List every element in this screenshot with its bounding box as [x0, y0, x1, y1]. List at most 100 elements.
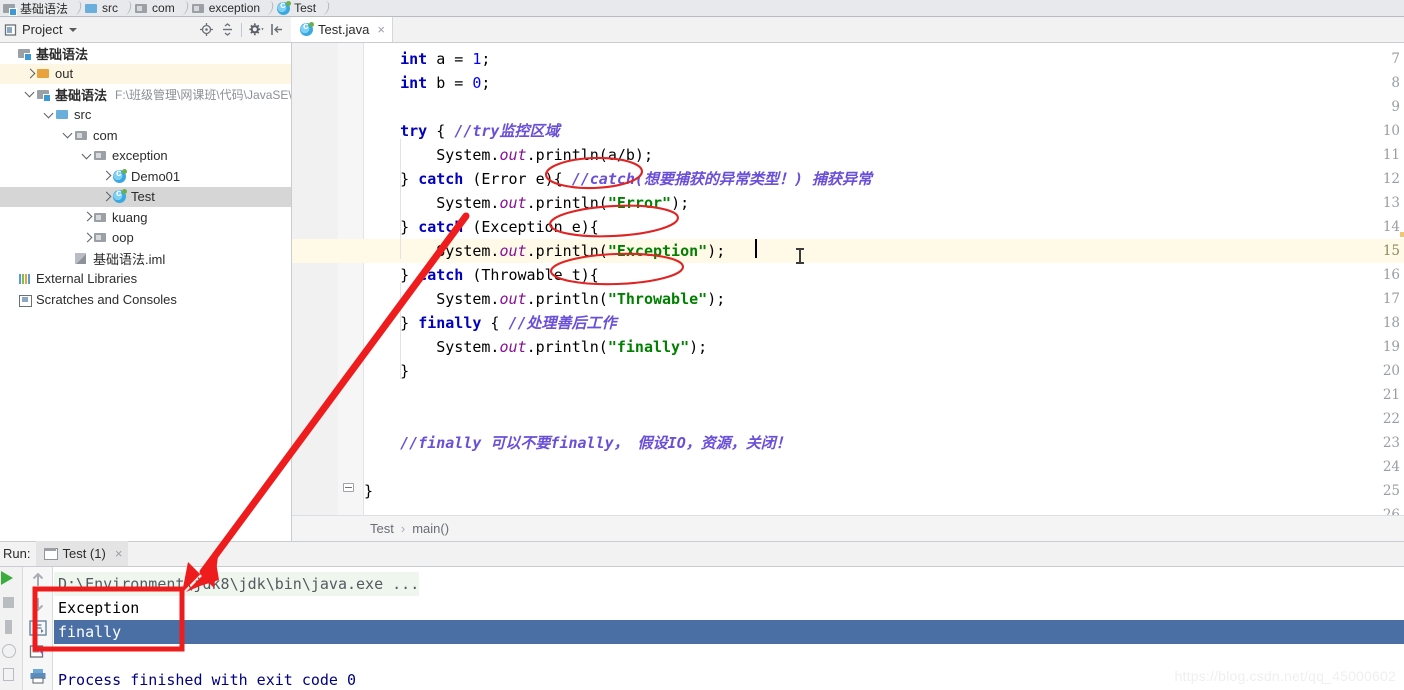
watermark-text: https://blog.csdn.net/qq_45000602	[1174, 668, 1396, 684]
breadcrumb-label: Test	[294, 1, 317, 15]
chevron-down-icon[interactable]	[23, 87, 37, 101]
breadcrumb-separator-icon	[122, 0, 132, 16]
dim-icon[interactable]	[2, 644, 16, 658]
code-token-plain: }	[364, 218, 419, 236]
code-token-plain: (Error e){	[463, 170, 572, 188]
code-token-cmt: //catch(想要捕获的异常类型！) 捕获异常	[571, 170, 873, 188]
code-line-17[interactable]: System.out.println("Throwable");	[364, 287, 725, 311]
scroll-down-icon[interactable]	[29, 595, 47, 613]
fold-marker-icon[interactable]	[343, 483, 354, 492]
close-icon[interactable]: ×	[377, 22, 385, 37]
breadcrumb-separator-icon	[72, 0, 82, 16]
code-line-11[interactable]: System.out.println(a/b);	[364, 143, 653, 167]
code-token-plain: ;	[481, 50, 491, 68]
folder-icon	[37, 67, 50, 80]
java-class-icon	[113, 188, 127, 204]
pause-icon[interactable]	[5, 620, 12, 634]
chevron-right-icon[interactable]	[99, 190, 113, 204]
stop-icon[interactable]	[3, 597, 14, 608]
locate-icon[interactable]	[199, 22, 214, 37]
tree-item-Test[interactable]: Test	[0, 186, 291, 207]
scroll-up-icon[interactable]	[29, 571, 47, 589]
rerun-icon[interactable]	[1, 571, 13, 585]
code-token-plain: }	[364, 170, 419, 188]
code-line-15[interactable]: System.out.println("Exception");	[364, 239, 725, 263]
code-line-19[interactable]: System.out.println("finally");	[364, 335, 707, 359]
tab-test-java[interactable]: Test.java ×	[291, 17, 393, 42]
tree-item-基础语法.iml[interactable]: 基础语法.iml	[0, 248, 291, 269]
breadcrumb-item-基础语法[interactable]: 基础语法	[0, 0, 72, 16]
console-toolbar[interactable]	[23, 567, 53, 690]
run-tab-test[interactable]: Test (1) ×	[36, 541, 129, 566]
close-icon[interactable]: ×	[115, 546, 123, 561]
fold-gutter[interactable]	[338, 43, 364, 515]
code-line-20[interactable]: }	[364, 359, 409, 383]
tree-item-External Libraries[interactable]: External Libraries	[0, 269, 291, 290]
code-token-plain: (Exception e){	[463, 218, 599, 236]
code-token-fld: out	[499, 290, 527, 308]
chevron-down-icon[interactable]	[80, 149, 94, 163]
package-icon	[135, 2, 148, 15]
editor-tab-bar: Test.java ×	[291, 17, 1404, 43]
code-text[interactable]: int a = 1; int b = 0; try { //try监控区域 Sy…	[364, 43, 1404, 515]
chevron-down-icon[interactable]	[61, 128, 75, 142]
chevron-down-icon[interactable]	[69, 27, 78, 32]
tree-item-label: Test	[131, 189, 155, 205]
text-caret	[755, 239, 757, 258]
tree-item-基础语法[interactable]: 基础语法 F:\班级管理\网课班\代码\JavaSE\基	[0, 84, 291, 105]
tree-item-src[interactable]: src	[0, 105, 291, 126]
scroll-to-end-icon[interactable]	[29, 643, 47, 661]
run-label: Run:	[3, 546, 31, 561]
breadcrumb-item-src[interactable]: src	[82, 0, 122, 16]
breadcrumb-item-exception[interactable]: exception	[189, 0, 264, 16]
scratches-icon	[18, 293, 32, 307]
code-line-10[interactable]: try { //try监控区域	[364, 119, 559, 143]
mouse-cursor	[796, 248, 804, 264]
print-icon[interactable]	[29, 667, 47, 685]
breadcrumb-separator: ›	[400, 521, 406, 536]
tree-item-com[interactable]: com	[0, 125, 291, 146]
trash-icon[interactable]	[3, 668, 14, 681]
code-line-23[interactable]: //finally 可以不要finally， 假设IO，资源，关闭！	[364, 431, 791, 455]
code-line-12[interactable]: } catch (Error e){ //catch(想要捕获的异常类型！) 捕…	[364, 167, 872, 191]
breadcrumb-method[interactable]: main()	[412, 521, 449, 536]
code-line-8[interactable]: int b = 0;	[364, 71, 490, 95]
tree-item-label: 基础语法	[55, 87, 108, 103]
code-token-plain: .println(	[526, 194, 608, 212]
breadcrumb-item-Test[interactable]: Test	[274, 0, 320, 16]
breadcrumb-label: src	[102, 1, 119, 15]
collapse-all-icon[interactable]	[220, 22, 235, 37]
chevron-down-icon[interactable]	[42, 108, 56, 122]
tree-item-基础语法[interactable]: 基础语法	[0, 43, 291, 64]
breadcrumb-item-com[interactable]: com	[132, 0, 179, 16]
code-token-plain: {	[427, 122, 455, 140]
breadcrumb-class[interactable]: Test	[370, 521, 394, 536]
run-config-icon	[44, 547, 59, 560]
code-editor[interactable]: 7 8 9 10 11 12 13 14 15 16 17 18 19 20 21 22 23 24 25 26 in…	[292, 43, 1404, 515]
chevron-right-icon[interactable]	[23, 67, 37, 81]
chevron-right-icon[interactable]	[80, 210, 94, 224]
code-token-kw: int	[400, 50, 428, 68]
line-number-gutter	[292, 43, 338, 515]
tree-item-Scratches and Consoles[interactable]: Scratches and Consoles	[0, 289, 291, 310]
scrollbar-marker	[1400, 232, 1404, 237]
tree-item-Demo01[interactable]: Demo01	[0, 166, 291, 187]
code-line-18[interactable]: } finally { //处理善后工作	[364, 311, 616, 335]
chevron-right-icon[interactable]	[99, 169, 113, 183]
project-tree[interactable]: 基础语法 out 基础语法 F:\班级管理\网课班\代码\JavaSE\基 src com…	[0, 43, 291, 549]
code-line-13[interactable]: System.out.println("Error");	[364, 191, 689, 215]
chevron-right-icon[interactable]	[80, 231, 94, 245]
code-line-7[interactable]: int a = 1;	[364, 47, 490, 71]
soft-wrap-icon[interactable]	[29, 619, 47, 637]
code-line-25[interactable]: }	[364, 479, 373, 503]
indent-guide	[400, 139, 401, 259]
editor-breadcrumb[interactable]: Test › main()	[292, 515, 1404, 541]
settings-gear-icon[interactable]	[248, 22, 264, 37]
hide-panel-icon[interactable]	[269, 22, 284, 37]
tree-item-exception[interactable]: exception	[0, 146, 291, 167]
tree-item-kuang[interactable]: kuang	[0, 207, 291, 228]
tree-item-oop[interactable]: oop	[0, 228, 291, 249]
tree-item-out[interactable]: out	[0, 63, 291, 84]
